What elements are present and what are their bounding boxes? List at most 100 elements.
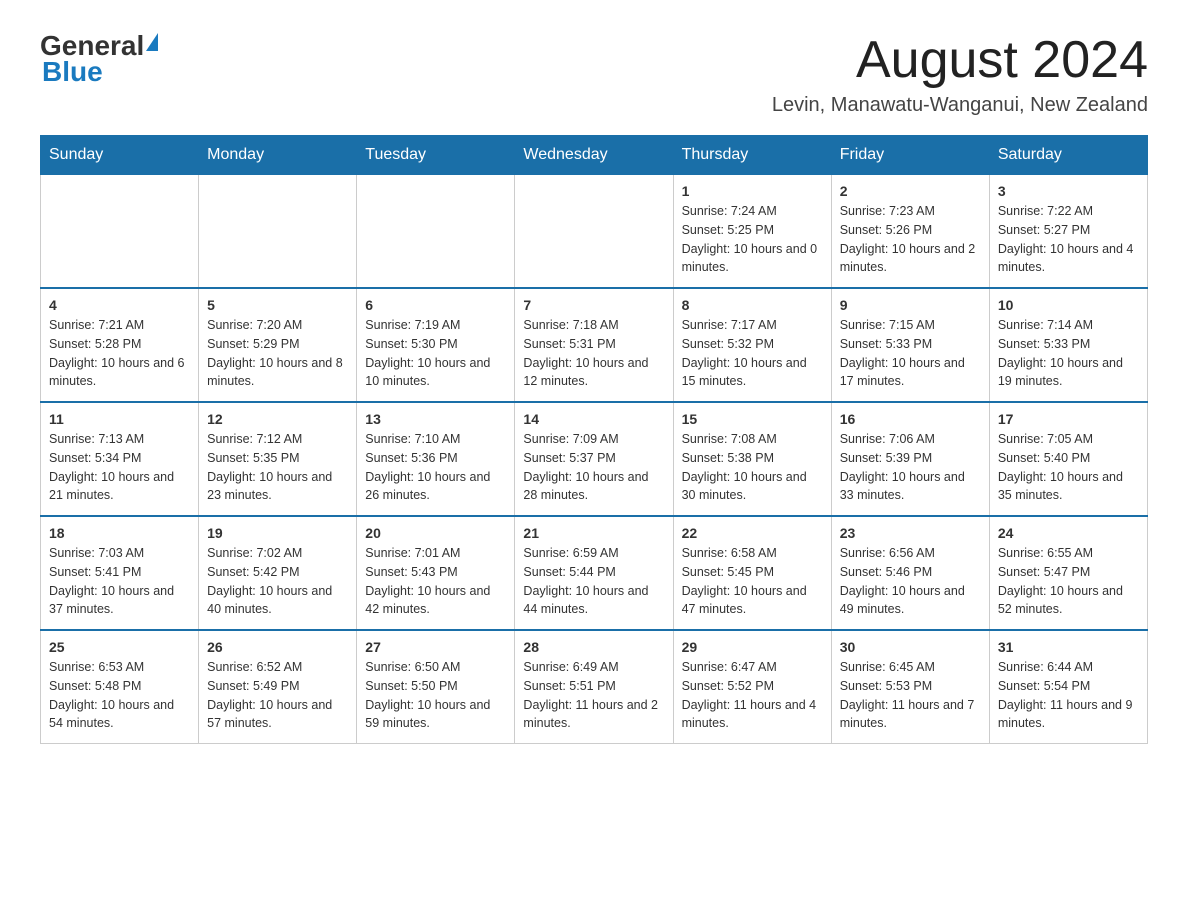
day-info-text: Sunset: 5:27 PM [998, 221, 1139, 240]
day-number: 5 [207, 297, 348, 313]
day-number: 22 [682, 525, 823, 541]
day-info-text: Sunrise: 7:18 AM [523, 316, 664, 335]
day-number: 10 [998, 297, 1139, 313]
weekday-header-tuesday: Tuesday [357, 136, 515, 175]
day-info-text: Sunrise: 7:10 AM [365, 430, 506, 449]
day-info-text: Daylight: 10 hours and 30 minutes. [682, 468, 823, 506]
calendar-table: SundayMondayTuesdayWednesdayThursdayFrid… [40, 135, 1148, 744]
day-info-text: Sunset: 5:26 PM [840, 221, 981, 240]
day-info-text: Sunrise: 7:21 AM [49, 316, 190, 335]
title-area: August 2024 Levin, Manawatu-Wanganui, Ne… [772, 30, 1148, 117]
day-number: 8 [682, 297, 823, 313]
logo-blue-text: Blue [42, 56, 103, 88]
day-info-text: Sunrise: 7:12 AM [207, 430, 348, 449]
day-info-text: Daylight: 11 hours and 7 minutes. [840, 696, 981, 734]
day-info-text: Sunrise: 6:53 AM [49, 658, 190, 677]
calendar-cell [357, 175, 515, 289]
day-info-text: Sunrise: 7:09 AM [523, 430, 664, 449]
day-info-text: Daylight: 10 hours and 49 minutes. [840, 582, 981, 620]
day-number: 15 [682, 411, 823, 427]
day-info-text: Sunset: 5:30 PM [365, 335, 506, 354]
day-info-text: Daylight: 10 hours and 8 minutes. [207, 354, 348, 392]
day-info-text: Daylight: 10 hours and 26 minutes. [365, 468, 506, 506]
day-number: 9 [840, 297, 981, 313]
day-number: 23 [840, 525, 981, 541]
day-number: 1 [682, 183, 823, 199]
weekday-header-thursday: Thursday [673, 136, 831, 175]
day-info-text: Sunrise: 7:02 AM [207, 544, 348, 563]
calendar-cell: 8Sunrise: 7:17 AMSunset: 5:32 PMDaylight… [673, 288, 831, 402]
day-number: 27 [365, 639, 506, 655]
page-header: General Blue August 2024 Levin, Manawatu… [40, 30, 1148, 117]
day-info-text: Sunrise: 6:47 AM [682, 658, 823, 677]
day-info-text: Sunset: 5:49 PM [207, 677, 348, 696]
calendar-cell: 24Sunrise: 6:55 AMSunset: 5:47 PMDayligh… [989, 516, 1147, 630]
day-info-text: Sunset: 5:43 PM [365, 563, 506, 582]
day-number: 13 [365, 411, 506, 427]
calendar-cell: 13Sunrise: 7:10 AMSunset: 5:36 PMDayligh… [357, 402, 515, 516]
calendar-cell: 17Sunrise: 7:05 AMSunset: 5:40 PMDayligh… [989, 402, 1147, 516]
day-number: 20 [365, 525, 506, 541]
day-info-text: Sunrise: 6:55 AM [998, 544, 1139, 563]
day-info-text: Daylight: 10 hours and 0 minutes. [682, 240, 823, 278]
day-info-text: Sunset: 5:47 PM [998, 563, 1139, 582]
day-info-text: Daylight: 10 hours and 2 minutes. [840, 240, 981, 278]
day-number: 31 [998, 639, 1139, 655]
day-info-text: Daylight: 10 hours and 33 minutes. [840, 468, 981, 506]
calendar-cell: 6Sunrise: 7:19 AMSunset: 5:30 PMDaylight… [357, 288, 515, 402]
day-number: 19 [207, 525, 348, 541]
day-info-text: Daylight: 10 hours and 35 minutes. [998, 468, 1139, 506]
day-info-text: Sunrise: 7:06 AM [840, 430, 981, 449]
day-number: 26 [207, 639, 348, 655]
day-info-text: Sunrise: 6:44 AM [998, 658, 1139, 677]
day-info-text: Sunrise: 6:58 AM [682, 544, 823, 563]
day-number: 17 [998, 411, 1139, 427]
day-number: 2 [840, 183, 981, 199]
weekday-header-sunday: Sunday [41, 136, 199, 175]
calendar-cell [515, 175, 673, 289]
day-info-text: Daylight: 10 hours and 37 minutes. [49, 582, 190, 620]
day-info-text: Sunset: 5:44 PM [523, 563, 664, 582]
calendar-week-row: 11Sunrise: 7:13 AMSunset: 5:34 PMDayligh… [41, 402, 1148, 516]
day-info-text: Daylight: 10 hours and 6 minutes. [49, 354, 190, 392]
calendar-cell: 22Sunrise: 6:58 AMSunset: 5:45 PMDayligh… [673, 516, 831, 630]
day-info-text: Daylight: 10 hours and 28 minutes. [523, 468, 664, 506]
day-info-text: Sunrise: 7:22 AM [998, 202, 1139, 221]
calendar-cell: 14Sunrise: 7:09 AMSunset: 5:37 PMDayligh… [515, 402, 673, 516]
day-info-text: Sunset: 5:31 PM [523, 335, 664, 354]
day-info-text: Sunrise: 7:03 AM [49, 544, 190, 563]
calendar-cell: 12Sunrise: 7:12 AMSunset: 5:35 PMDayligh… [199, 402, 357, 516]
calendar-cell: 11Sunrise: 7:13 AMSunset: 5:34 PMDayligh… [41, 402, 199, 516]
day-number: 18 [49, 525, 190, 541]
day-number: 16 [840, 411, 981, 427]
day-info-text: Sunrise: 6:50 AM [365, 658, 506, 677]
day-info-text: Daylight: 11 hours and 9 minutes. [998, 696, 1139, 734]
calendar-cell: 30Sunrise: 6:45 AMSunset: 5:53 PMDayligh… [831, 630, 989, 744]
day-info-text: Sunrise: 7:15 AM [840, 316, 981, 335]
day-info-text: Sunset: 5:42 PM [207, 563, 348, 582]
day-info-text: Daylight: 10 hours and 54 minutes. [49, 696, 190, 734]
day-info-text: Sunset: 5:48 PM [49, 677, 190, 696]
calendar-cell: 10Sunrise: 7:14 AMSunset: 5:33 PMDayligh… [989, 288, 1147, 402]
day-info-text: Sunrise: 7:20 AM [207, 316, 348, 335]
calendar-cell: 5Sunrise: 7:20 AMSunset: 5:29 PMDaylight… [199, 288, 357, 402]
logo: General Blue [40, 30, 158, 88]
day-info-text: Sunset: 5:37 PM [523, 449, 664, 468]
calendar-week-row: 25Sunrise: 6:53 AMSunset: 5:48 PMDayligh… [41, 630, 1148, 744]
day-number: 24 [998, 525, 1139, 541]
calendar-cell: 9Sunrise: 7:15 AMSunset: 5:33 PMDaylight… [831, 288, 989, 402]
day-info-text: Daylight: 10 hours and 12 minutes. [523, 354, 664, 392]
calendar-cell: 2Sunrise: 7:23 AMSunset: 5:26 PMDaylight… [831, 175, 989, 289]
calendar-cell: 21Sunrise: 6:59 AMSunset: 5:44 PMDayligh… [515, 516, 673, 630]
day-number: 25 [49, 639, 190, 655]
day-number: 28 [523, 639, 664, 655]
day-info-text: Sunrise: 7:17 AM [682, 316, 823, 335]
day-info-text: Daylight: 10 hours and 44 minutes. [523, 582, 664, 620]
calendar-cell [41, 175, 199, 289]
day-info-text: Sunrise: 6:52 AM [207, 658, 348, 677]
calendar-cell: 20Sunrise: 7:01 AMSunset: 5:43 PMDayligh… [357, 516, 515, 630]
day-info-text: Sunset: 5:33 PM [840, 335, 981, 354]
calendar-cell: 7Sunrise: 7:18 AMSunset: 5:31 PMDaylight… [515, 288, 673, 402]
day-number: 11 [49, 411, 190, 427]
calendar-week-row: 18Sunrise: 7:03 AMSunset: 5:41 PMDayligh… [41, 516, 1148, 630]
